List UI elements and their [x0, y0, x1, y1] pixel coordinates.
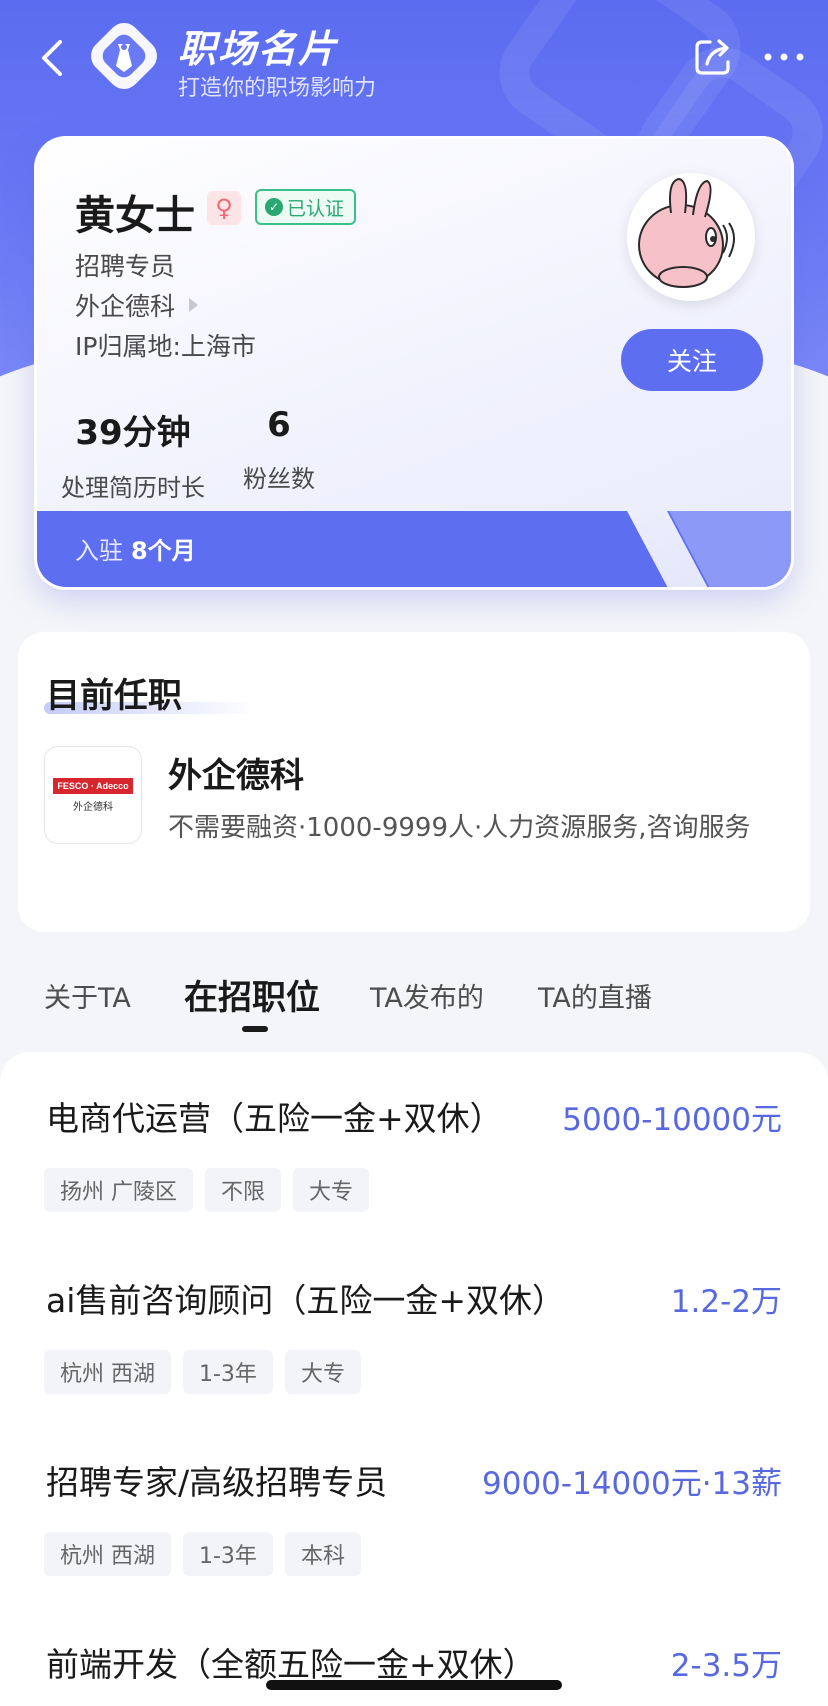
- job-tag-experience: 不限: [205, 1168, 282, 1212]
- gender-female-icon: ♀: [207, 191, 241, 225]
- briefcase-shield-icon: [88, 20, 160, 92]
- stat-label: 粉丝数: [243, 465, 315, 493]
- job-salary: 9000-14000元·13薪: [482, 1466, 782, 1502]
- job-title: 招聘专家/高级招聘专员: [46, 1463, 388, 1502]
- top-bar: 职场名片 打造你的职场影响力: [0, 0, 828, 120]
- job-tag-experience: 1-3年: [183, 1532, 273, 1576]
- job-salary: 5000-10000元: [562, 1102, 782, 1138]
- current-job-card[interactable]: 目前任职 FESCO · Adecco 外企德科 外企德科 不需要融资·1000…: [18, 632, 810, 932]
- job-tag-experience: 1-3年: [183, 1350, 273, 1394]
- profile-ip-location: IP归属地:上海市: [75, 332, 256, 361]
- avatar[interactable]: [627, 173, 755, 301]
- stat-value: 6: [267, 405, 291, 445]
- check-icon: ✓: [265, 198, 283, 216]
- tab-open-positions[interactable]: 在招职位: [184, 970, 320, 1019]
- tenure-text: 入驻 8个月: [75, 531, 196, 566]
- job-list: 电商代运营（五险一金+双休） 5000-10000元 扬州 广陵区 不限 大专 …: [0, 1052, 828, 1706]
- more-button[interactable]: [762, 42, 806, 72]
- profile-company: 外企德科: [75, 292, 176, 321]
- job-salary: 1.2-2万: [670, 1284, 782, 1320]
- job-tag-location: 杭州 西湖: [44, 1350, 171, 1394]
- back-button[interactable]: [34, 36, 74, 80]
- profile-company-link[interactable]: 外企德科: [75, 287, 199, 323]
- profile-card: 黄女士 ♀ ✓ 已认证 招聘专员 外企德科 IP归属地:上海市 关注 39分钟 …: [34, 136, 794, 590]
- tab-active-indicator: [242, 1026, 268, 1032]
- home-indicator[interactable]: [266, 1680, 562, 1690]
- stat-value: 39分钟: [75, 413, 191, 453]
- company-logo-cn: 外企德科: [73, 801, 113, 813]
- job-title: 前端开发（全额五险一金+双休）: [46, 1645, 536, 1684]
- job-item[interactable]: 电商代运营（五险一金+双休） 5000-10000元 扬州 广陵区 不限 大专: [0, 1052, 828, 1232]
- share-icon: [695, 39, 730, 75]
- verified-label: 已认证: [287, 197, 345, 220]
- job-tags: 扬州 广陵区 不限 大专: [44, 1168, 370, 1212]
- triangle-right-icon: [189, 298, 199, 312]
- profile-role: 招聘专员: [75, 252, 176, 281]
- job-tags: 杭州 西湖 1-3年 本科: [44, 1532, 361, 1576]
- tab-about[interactable]: 关于TA: [44, 976, 131, 1015]
- job-salary: 2-3.5万: [670, 1648, 782, 1684]
- company-logo: FESCO · Adecco 外企德科: [44, 746, 142, 844]
- company-description: 不需要融资·1000-9999人·人力资源服务,咨询服务: [168, 813, 751, 843]
- job-tag-education: 本科: [284, 1532, 361, 1576]
- tab-live[interactable]: TA的直播: [538, 976, 652, 1015]
- stat-resume-time: 39分钟 处理简历时长: [53, 405, 213, 503]
- job-tag-location: 扬州 广陵区: [44, 1168, 193, 1212]
- back-arrow-icon: [42, 40, 62, 76]
- more-icon: [764, 53, 804, 61]
- profile-name: 黄女士: [75, 193, 195, 239]
- page-title: 职场名片: [178, 27, 339, 71]
- company-logo-en: FESCO · Adecco: [53, 777, 133, 794]
- job-item[interactable]: 招聘专家/高级招聘专员 9000-14000元·13薪 杭州 西湖 1-3年 本…: [0, 1416, 828, 1596]
- job-title: ai售前咨询顾问（五险一金+双休）: [46, 1281, 566, 1320]
- company-name: 外企德科: [168, 756, 304, 796]
- job-title: 电商代运营（五险一金+双休）: [46, 1099, 503, 1138]
- share-button[interactable]: [692, 36, 734, 78]
- tenure-prefix: 入驻: [75, 537, 123, 565]
- stat-followers[interactable]: 6 粉丝数: [231, 405, 327, 494]
- tenure-bar: 入驻 8个月: [37, 511, 791, 587]
- job-tag-location: 杭州 西湖: [44, 1532, 171, 1576]
- verified-badge: ✓ 已认证: [255, 189, 357, 225]
- tab-posts[interactable]: TA发布的: [370, 976, 484, 1015]
- section-title: 目前任职: [46, 676, 182, 716]
- job-tag-education: 大专: [284, 1350, 361, 1394]
- job-tag-education: 大专: [293, 1168, 370, 1212]
- follow-button[interactable]: 关注: [621, 329, 763, 391]
- tenure-value: 8个月: [131, 537, 196, 565]
- page-subtitle: 打造你的职场影响力: [178, 76, 377, 101]
- job-item[interactable]: ai售前咨询顾问（五险一金+双休） 1.2-2万 杭州 西湖 1-3年 大专: [0, 1234, 828, 1414]
- tab-bar: 关于TA 在招职位 TA发布的 TA的直播: [0, 966, 828, 1036]
- job-tags: 杭州 西湖 1-3年 大专: [44, 1350, 361, 1394]
- stat-label: 处理简历时长: [61, 474, 205, 502]
